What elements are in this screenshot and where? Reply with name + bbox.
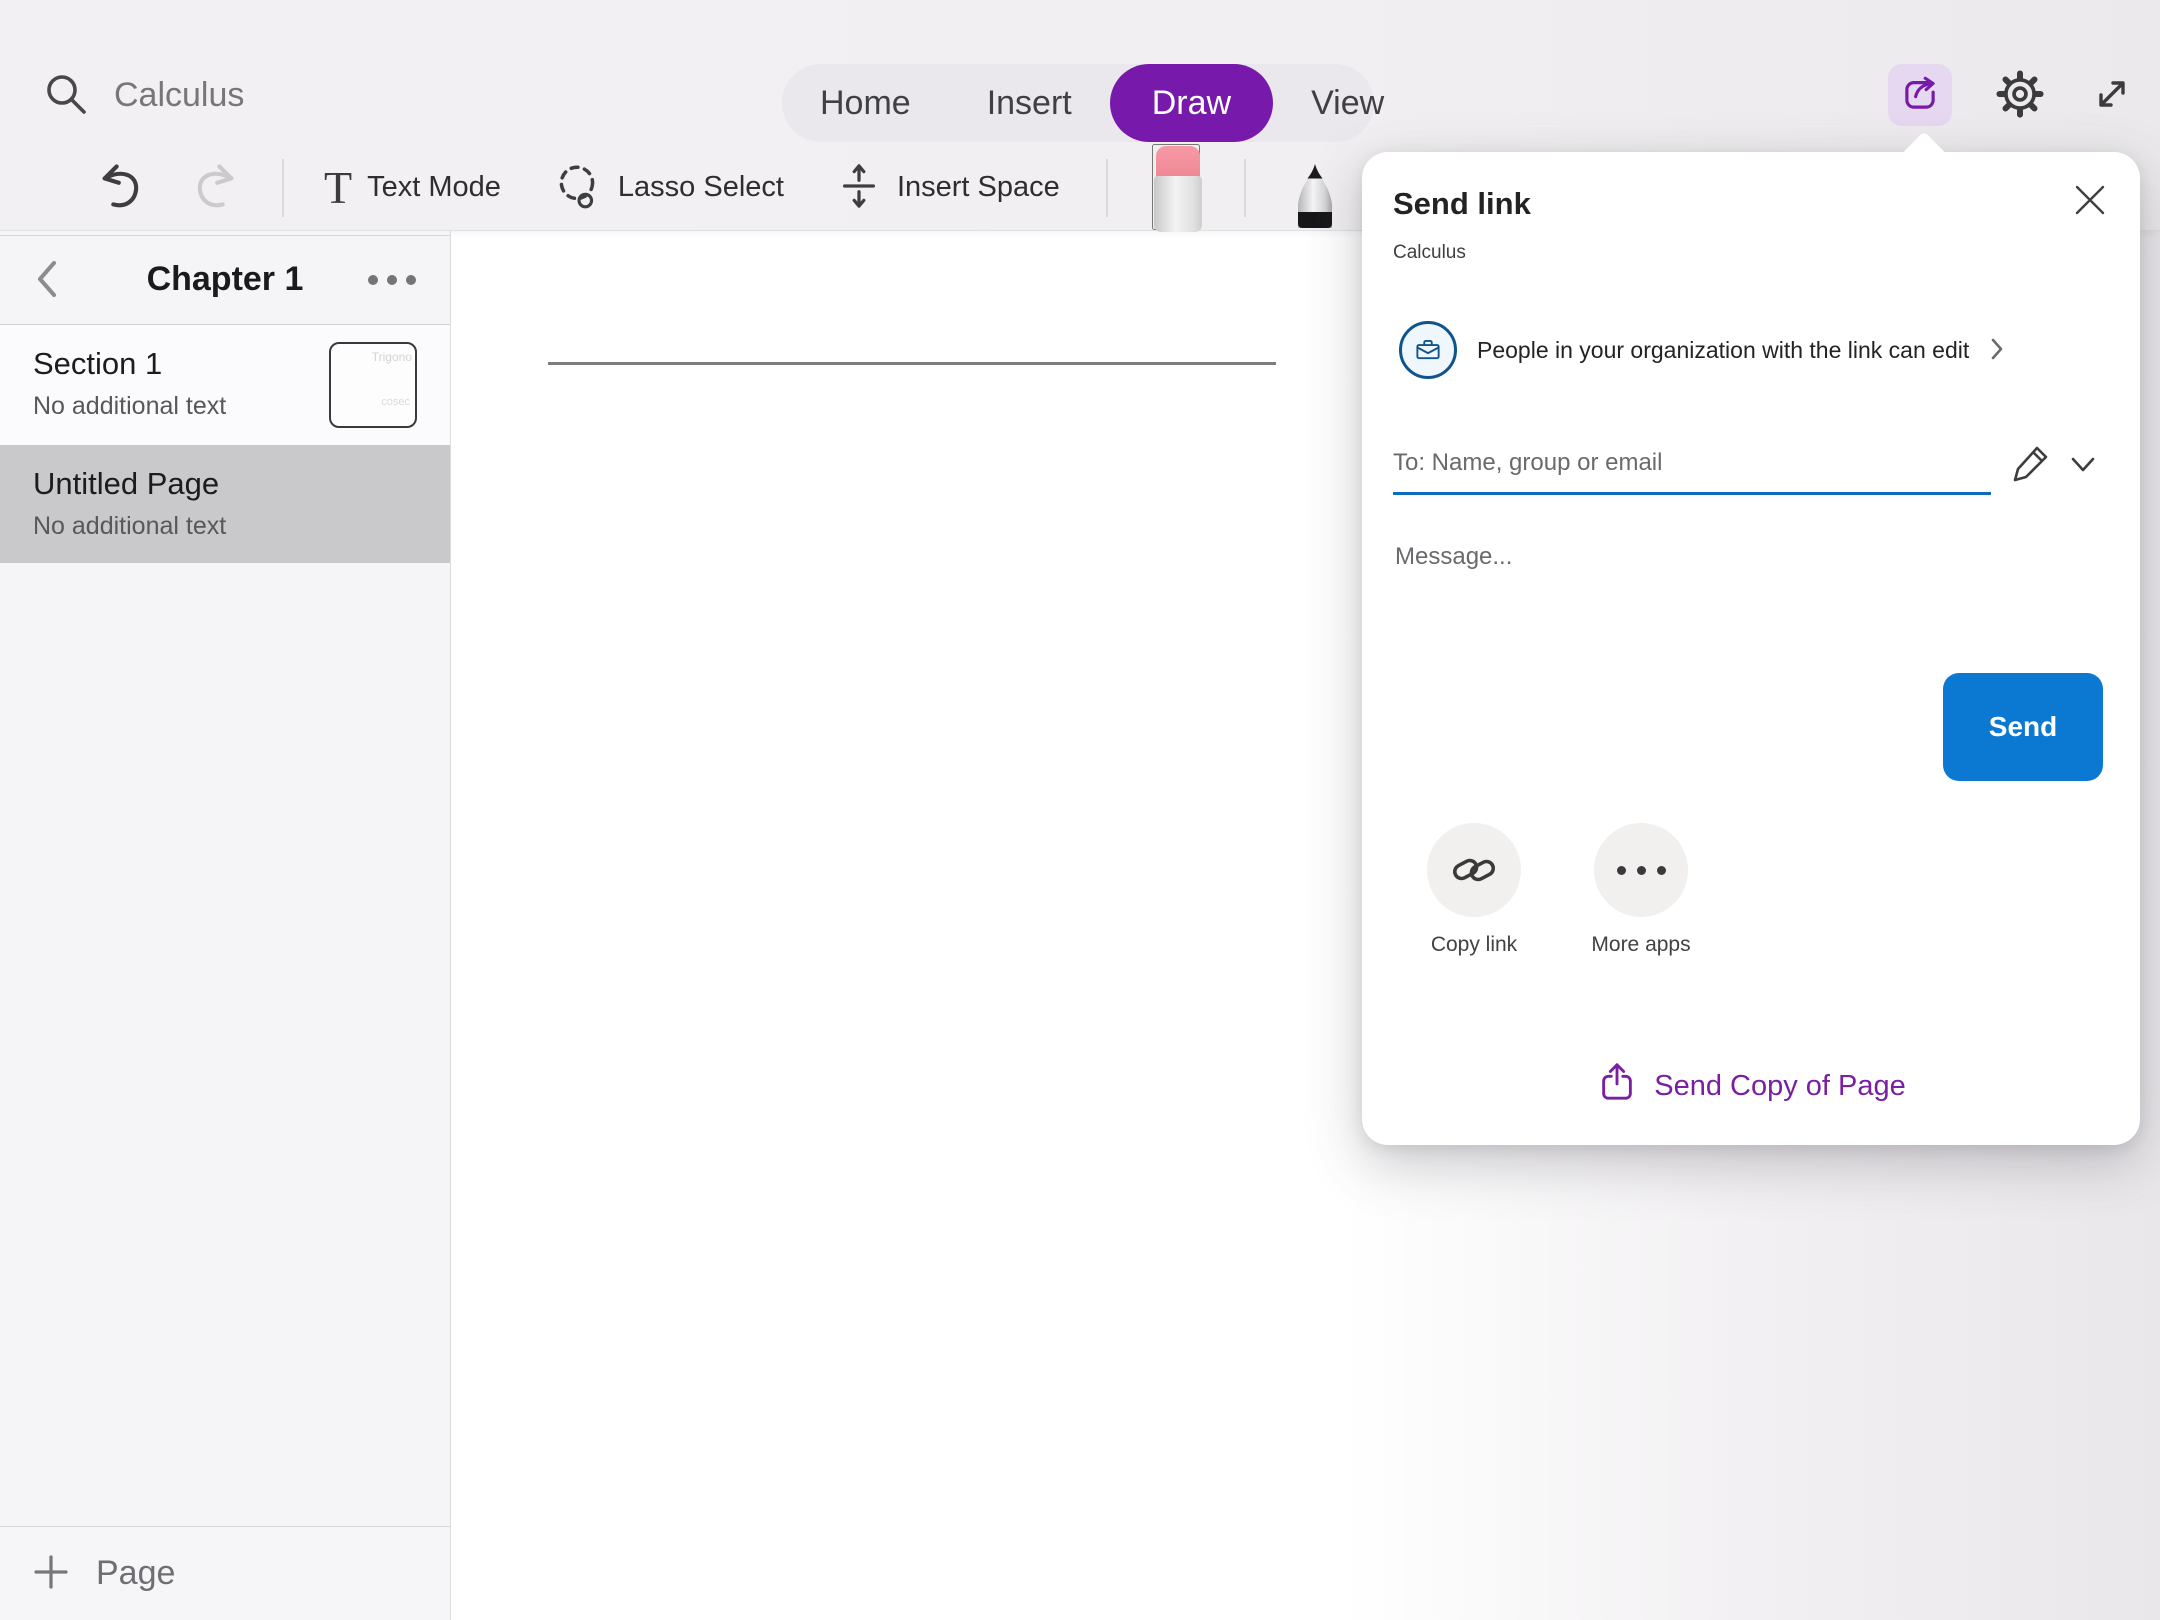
page-row-untitled-page[interactable]: Untitled Page No additional text xyxy=(0,445,450,563)
organization-icon xyxy=(1399,321,1457,379)
section-more-button[interactable] xyxy=(362,254,422,306)
page-subtitle: No additional text xyxy=(33,502,450,541)
redo-icon xyxy=(188,160,240,215)
black-pen-tool[interactable] xyxy=(1290,162,1340,230)
more-apps-button[interactable]: More apps xyxy=(1594,823,1688,957)
tab-view[interactable]: View xyxy=(1273,64,1422,142)
page-sidebar: Chapter 1 Section 1 No additional text T… xyxy=(0,231,451,1620)
send-copy-label: Send Copy of Page xyxy=(1654,1070,1906,1103)
insert-space-label: Insert Space xyxy=(897,171,1060,204)
expand-button[interactable] xyxy=(2088,70,2136,121)
plus-icon xyxy=(32,1553,70,1594)
ribbon-tabs: Home Insert Draw View xyxy=(782,64,1374,142)
ribbon-divider xyxy=(1106,159,1108,217)
close-icon xyxy=(2072,206,2108,221)
recipient-dropdown-button[interactable] xyxy=(2062,448,2104,484)
add-page-button[interactable]: Page xyxy=(0,1526,450,1620)
lasso-select-button[interactable]: Lasso Select xyxy=(553,161,784,214)
sidebar-header: Chapter 1 xyxy=(0,235,450,325)
add-page-label: Page xyxy=(96,1554,175,1593)
page-row-section-1[interactable]: Section 1 No additional text Trigono cos… xyxy=(0,325,450,445)
page-list: Section 1 No additional text Trigono cos… xyxy=(0,325,450,563)
copy-link-label: Copy link xyxy=(1431,933,1517,957)
page-title: Untitled Page xyxy=(33,445,450,502)
dialog-subtitle: Calculus xyxy=(1393,242,1466,264)
lasso-icon xyxy=(553,161,603,214)
ribbon-divider xyxy=(1244,159,1246,217)
share-button[interactable] xyxy=(1888,64,1952,126)
more-apps-label: More apps xyxy=(1591,933,1690,957)
to-recipient-input[interactable] xyxy=(1393,440,1991,495)
notebook-search[interactable]: Calculus xyxy=(36,60,250,130)
share-up-icon xyxy=(1596,1061,1638,1111)
undo-button[interactable] xyxy=(96,160,148,215)
tab-insert[interactable]: Insert xyxy=(949,64,1110,142)
expand-icon xyxy=(2088,70,2136,121)
send-link-dialog: Send link Calculus People in your organi… xyxy=(1362,152,2140,1145)
page-thumbnail: Trigono cosec xyxy=(329,342,417,428)
dialog-title: Send link xyxy=(1393,186,1531,222)
send-copy-of-page-button[interactable]: Send Copy of Page xyxy=(1362,1060,2140,1112)
text-mode-button[interactable]: T Text Mode xyxy=(324,165,501,211)
ribbon-divider xyxy=(282,159,284,217)
undo-icon xyxy=(96,160,148,215)
permission-text: People in your organization with the lin… xyxy=(1477,337,1969,364)
share-icon xyxy=(1899,73,1941,118)
copy-link-button[interactable]: Copy link xyxy=(1427,823,1521,957)
message-input[interactable] xyxy=(1393,534,2037,580)
draw-ribbon: T Text Mode Lasso Select xyxy=(0,145,1380,230)
close-button[interactable] xyxy=(2065,176,2115,226)
edit-permissions-button[interactable] xyxy=(2005,440,2053,488)
tab-draw[interactable]: Draw xyxy=(1110,64,1273,142)
send-button[interactable]: Send xyxy=(1943,673,2103,781)
redo-button[interactable] xyxy=(188,160,240,215)
link-permission-button[interactable]: People in your organization with the lin… xyxy=(1393,320,2011,380)
text-mode-label: Text Mode xyxy=(367,171,501,204)
gear-icon xyxy=(1994,68,2046,123)
copy-link-icon xyxy=(1427,823,1521,917)
insert-space-icon xyxy=(836,163,882,212)
ellipsis-icon xyxy=(368,275,416,285)
pencil-icon xyxy=(2011,471,2051,486)
black-pen-icon xyxy=(1290,162,1340,230)
settings-button[interactable] xyxy=(1994,68,2046,123)
tab-home[interactable]: Home xyxy=(782,64,949,142)
eraser-tool[interactable] xyxy=(1152,144,1200,230)
text-mode-icon: T xyxy=(324,165,352,211)
chevron-right-icon xyxy=(1989,335,2005,366)
ink-stroke xyxy=(548,362,1276,365)
top-actions xyxy=(1888,64,2136,126)
search-icon xyxy=(42,70,90,121)
chevron-down-icon xyxy=(2068,464,2098,479)
lasso-select-label: Lasso Select xyxy=(618,171,784,204)
insert-space-button[interactable]: Insert Space xyxy=(836,163,1060,212)
more-apps-icon xyxy=(1594,823,1688,917)
notebook-title: Calculus xyxy=(114,76,244,115)
